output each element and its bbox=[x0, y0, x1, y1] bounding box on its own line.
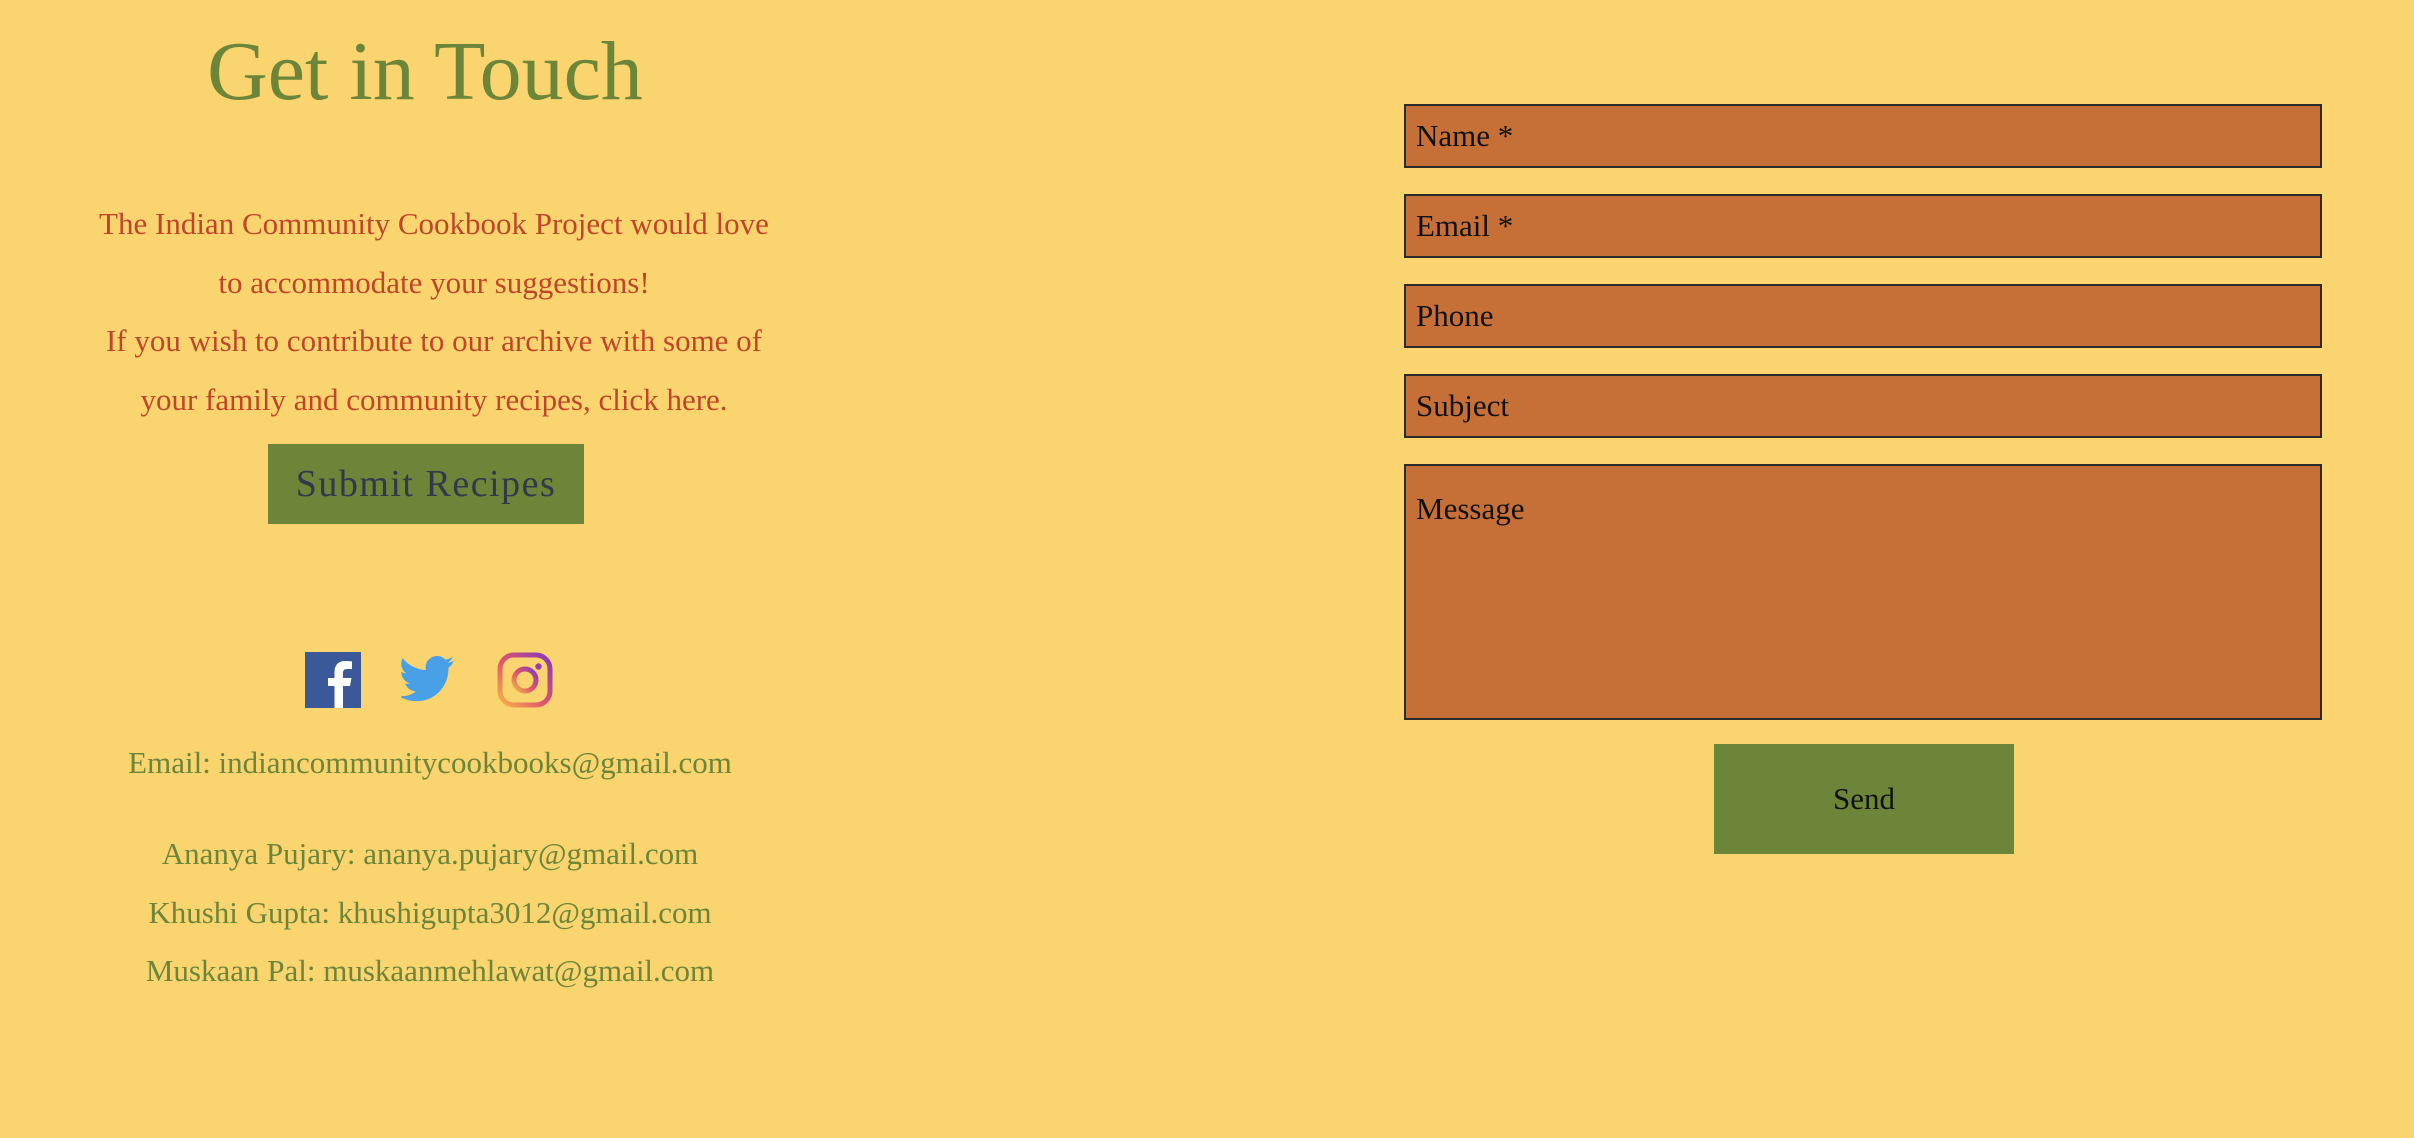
message-field[interactable] bbox=[1404, 464, 2322, 720]
intro-paragraph-1: The Indian Community Cookbook Project wo… bbox=[99, 206, 769, 300]
contact-email: Email: indiancommunitycookbooks@gmail.co… bbox=[128, 745, 732, 780]
team-contact-ananya: Ananya Pujary: ananya.pujary@gmail.com bbox=[161, 836, 699, 871]
subject-field[interactable] bbox=[1404, 374, 2322, 438]
email-field[interactable] bbox=[1404, 194, 2322, 258]
team-contact-muskaan: Muskaan Pal: muskaanmehlawat@gmail.com bbox=[145, 953, 715, 988]
intro-paragraph-2[interactable]: If you wish to contribute to our archive… bbox=[84, 312, 784, 429]
page-title: Get in Touch bbox=[207, 25, 643, 118]
team-contact-khushi: Khushi Gupta: khushigupta3012@gmail.com bbox=[148, 894, 712, 930]
twitter-icon[interactable] bbox=[401, 652, 457, 708]
intro-text: The Indian Community Cookbook Project wo… bbox=[84, 195, 784, 429]
name-field[interactable] bbox=[1404, 104, 2322, 168]
phone-field[interactable] bbox=[1404, 284, 2322, 348]
send-button[interactable]: Send bbox=[1714, 744, 2014, 854]
submit-recipes-button[interactable]: Submit Recipes bbox=[268, 444, 584, 524]
facebook-icon[interactable] bbox=[305, 652, 361, 708]
instagram-icon[interactable] bbox=[497, 652, 553, 708]
team-contacts: Ananya Pujary: ananya.pujary@gmail.com K… bbox=[0, 825, 860, 1001]
social-links bbox=[305, 652, 553, 708]
